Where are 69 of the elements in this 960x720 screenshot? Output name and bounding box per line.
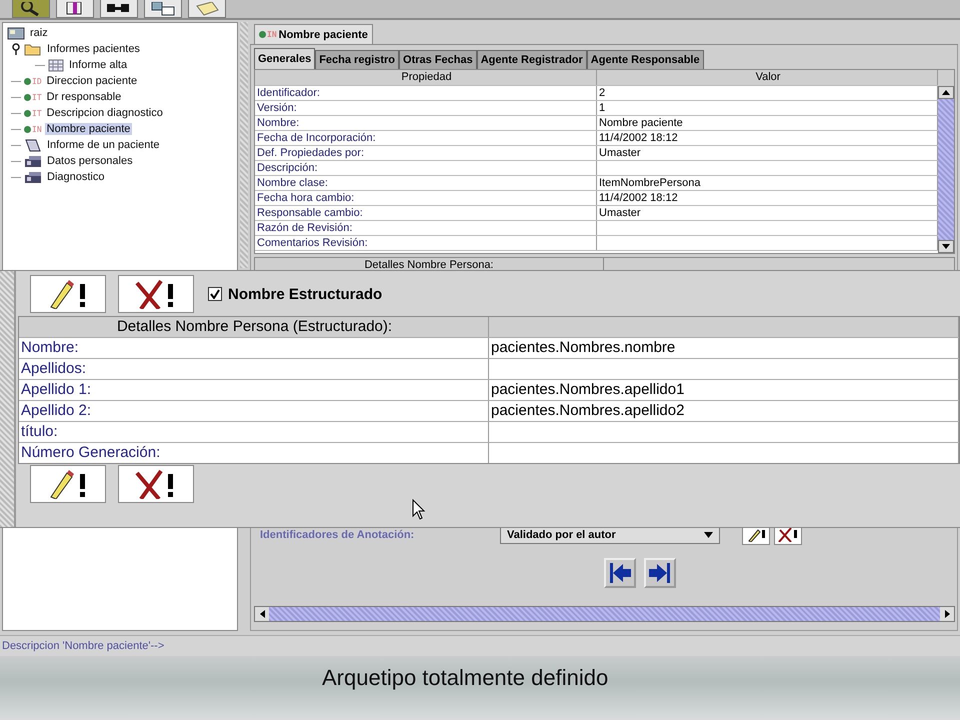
tree-item[interactable]: Nombre paciente — [44, 123, 132, 135]
document-icon — [24, 138, 42, 152]
checkbox[interactable] — [208, 287, 222, 301]
table-cell: Responsable cambio: — [255, 206, 597, 220]
expand-handle-icon[interactable] — [11, 43, 21, 55]
annotation-label: Identificadores de Anotación: — [259, 529, 416, 541]
table-cell: Fecha hora cambio: — [255, 191, 597, 205]
next-button[interactable] — [644, 558, 676, 588]
tree-item[interactable]: Dr responsable — [44, 91, 124, 103]
tab[interactable]: Generales — [254, 48, 316, 69]
edit-button[interactable] — [30, 275, 106, 313]
table-cell: Descripción: — [255, 161, 597, 175]
column-header[interactable]: Propiedad — [255, 70, 597, 85]
toolbar-button[interactable] — [144, 0, 182, 18]
form-icon — [24, 154, 42, 168]
table-cell: Comentarios Revisión: — [255, 236, 597, 250]
document-tab[interactable]: IN Nombre paciente — [254, 24, 373, 44]
edit-button[interactable] — [30, 465, 106, 503]
table-cell: título: — [19, 422, 489, 442]
tree-item[interactable]: Direccion paciente — [44, 75, 140, 87]
root-icon — [7, 26, 25, 40]
tab[interactable]: Otras Fechas — [399, 50, 477, 69]
slide-caption: Arquetipo totalmente definido — [321, 664, 610, 692]
table-cell: Apellido 1: — [19, 380, 489, 400]
table-cell: pacientes.Nombres.apellido2 — [489, 401, 959, 421]
up-arrow-icon — [942, 90, 950, 95]
tab[interactable]: Agente Registrador — [476, 50, 587, 69]
toolbar-button[interactable] — [56, 0, 94, 18]
tab[interactable]: Agente Responsable — [586, 50, 704, 69]
tree-item[interactable]: Informe de un paciente — [45, 139, 162, 151]
table-cell: Apellido 2: — [19, 401, 489, 421]
tab[interactable]: Fecha registro — [315, 50, 400, 69]
table-cell: Identificador: — [255, 86, 597, 100]
vertical-scrollbar[interactable] — [938, 70, 954, 253]
checkbox-label: Nombre Estructurado — [228, 286, 382, 302]
table-icon — [150, 2, 176, 16]
horizontal-scrollbar[interactable] — [254, 606, 955, 622]
folder-icon — [24, 42, 42, 56]
tree-item[interactable]: Diagnostico — [45, 171, 106, 183]
table-cell: pacientes.Nombres.nombre — [489, 338, 959, 358]
tree-item[interactable]: raiz — [28, 27, 50, 39]
tree-item[interactable]: Descripcion diagnostico — [44, 107, 165, 119]
table-cell: Apellidos: — [19, 359, 489, 379]
table-cell: Nombre clase: — [255, 176, 597, 190]
form-icon — [24, 170, 42, 184]
status-text: Descripcion 'Nombre paciente'--> — [0, 635, 960, 656]
grid-icon — [48, 58, 64, 72]
delete-button[interactable] — [118, 275, 194, 313]
mouse-pointer-icon — [412, 499, 426, 521]
toolbar-button[interactable] — [100, 0, 138, 18]
tree-item[interactable]: Datos personales — [45, 155, 135, 167]
tree-item[interactable]: Informe alta — [67, 59, 130, 71]
table-cell: Nombre: — [19, 338, 489, 358]
table-cell: Fecha de Incorporación: — [255, 131, 597, 145]
table-cell: Def. Propiedades por: — [255, 146, 597, 160]
right-arrow-icon — [944, 610, 950, 618]
note-icon — [194, 2, 220, 16]
left-arrow-icon — [260, 610, 264, 618]
table-cell: Número Generación: — [19, 443, 489, 463]
tree-item[interactable]: Informes pacientes — [45, 43, 142, 55]
table-cell: pacientes.Nombres.apellido1 — [489, 380, 959, 400]
delete-button[interactable] — [118, 465, 194, 503]
table-cell: Versión: — [255, 101, 597, 115]
down-arrow-icon — [942, 244, 950, 249]
table-cell: Razón de Revisión: — [255, 221, 597, 235]
previous-button[interactable] — [604, 558, 636, 588]
dropdown-arrow-icon — [704, 532, 713, 538]
resize-grip[interactable] — [0, 271, 16, 527]
table-cell: Nombre: — [255, 116, 597, 130]
